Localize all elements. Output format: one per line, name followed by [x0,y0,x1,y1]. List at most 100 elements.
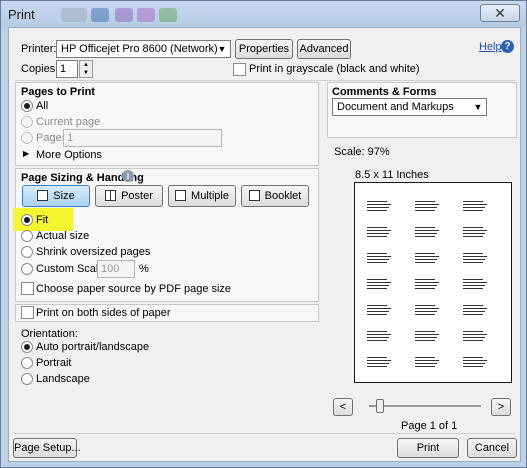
pages-range-field[interactable]: 1 [63,129,222,147]
preview-label [463,227,497,239]
tab-poster-label: Poster [121,190,153,202]
fit-label: Fit [36,214,49,226]
chevron-down-icon: ▼ [473,102,483,112]
preview-label [367,305,401,317]
preview-label [463,253,497,265]
preview-label [415,253,449,265]
preview-label [463,357,497,369]
booklet-icon [248,190,260,201]
printer-select[interactable]: HP Officejet Pro 8600 (Network) ▼ [56,40,231,58]
current-page-label: Current page [36,116,101,128]
page-slider-track[interactable] [369,405,481,407]
preview-label [415,305,449,317]
preview-label [463,305,497,317]
tab-booklet-label: Booklet [264,190,302,202]
preview-label [367,253,401,265]
background-toolbar [61,8,186,22]
shrink-label: Shrink oversized pages [36,246,151,258]
info-icon[interactable]: i [122,170,134,182]
auto-orientation-label: Auto portrait/landscape [36,341,150,353]
landscape-label: Landscape [36,373,90,385]
copies-field[interactable]: 1 [56,60,78,78]
footer-divider [15,433,515,434]
comments-forms-value: Document and Markups [337,101,454,113]
fit-radio[interactable] [21,214,33,226]
tab-poster[interactable]: Poster [95,185,163,207]
portrait-radio[interactable] [21,357,33,369]
landscape-radio[interactable] [21,373,33,385]
preview-label [415,227,449,239]
title-bar: Print ✕ [1,1,526,27]
printer-value: HP Officejet Pro 8600 (Network) [61,43,218,55]
tab-size[interactable]: Size [22,185,90,207]
page-indicator: Page 1 of 1 [401,420,458,432]
preview-label [367,331,401,343]
window-title: Print [8,7,35,22]
cancel-button[interactable]: Cancel [467,438,517,458]
preview-label [463,201,497,213]
page-setup-button[interactable]: Page Setup... [13,438,81,458]
help-icon[interactable]: ? [501,40,514,53]
paper-size-label: 8.5 x 11 Inches [355,169,429,181]
preview-label [415,357,449,369]
shrink-radio[interactable] [21,246,33,258]
properties-button[interactable]: Properties [235,39,293,59]
preview-label [367,201,401,213]
preview-label [415,279,449,291]
multiple-icon [175,190,187,201]
preview-label [367,357,401,369]
copies-label: Copies: [21,63,59,75]
divider [15,80,515,81]
both-sides-checkbox[interactable] [21,306,34,319]
size-icon [37,190,49,201]
poster-icon [105,190,117,201]
print-preview [354,182,512,383]
percent-label: % [139,263,149,275]
print-dialog: Print ✕ Printer: HP Officejet Pro 8600 (… [0,0,527,468]
grayscale-checkbox[interactable] [233,63,246,76]
page-slider-thumb[interactable] [376,399,384,413]
custom-scale-radio[interactable] [21,263,33,275]
preview-label [415,331,449,343]
tab-multiple-label: Multiple [191,190,229,202]
all-label: All [36,100,49,112]
help-link[interactable]: Help [479,41,502,53]
custom-scale-field[interactable]: 100 [97,260,135,278]
preview-label [367,279,401,291]
preview-label [367,227,401,239]
preview-label [415,201,449,213]
preview-label [463,331,497,343]
copies-stepper[interactable]: ▲ ▼ [79,60,93,78]
portrait-label: Portrait [36,357,72,369]
prev-page-button[interactable]: < [333,398,353,416]
next-page-button[interactable]: > [491,398,511,416]
chevron-down-icon: ▼ [217,44,227,54]
more-options-toggle[interactable]: More Options [36,149,102,161]
comments-forms-title: Comments & Forms [332,86,437,98]
tab-size-label: Size [53,190,75,202]
print-button[interactable]: Print [397,438,459,458]
tab-multiple[interactable]: Multiple [168,185,236,207]
preview-label [463,279,497,291]
actual-size-radio[interactable] [21,230,33,242]
grayscale-label: Print in grayscale (black and white) [249,63,420,75]
advanced-button[interactable]: Advanced [297,39,351,59]
all-radio[interactable] [21,100,33,112]
current-page-radio[interactable] [21,116,33,128]
scale-readout: Scale: 97% [334,146,390,158]
pages-to-print-title: Pages to Print [21,86,95,98]
close-icon: ✕ [494,5,506,21]
comments-forms-select[interactable]: Document and Markups ▼ [332,98,487,116]
tab-booklet[interactable]: Booklet [241,185,309,207]
auto-orientation-radio[interactable] [21,341,33,353]
both-sides-label: Print on both sides of paper [36,307,171,319]
paper-source-label: Choose paper source by PDF page size [36,283,232,295]
paper-source-checkbox[interactable] [21,282,34,295]
orientation-title: Orientation: [21,328,78,340]
expand-triangle-icon[interactable]: ▶ [23,149,29,158]
actual-size-label: Actual size [36,230,90,242]
close-button[interactable]: ✕ [480,4,520,22]
dialog-body: Printer: HP Officejet Pro 8600 (Network)… [8,27,521,462]
pages-radio[interactable] [21,132,33,144]
printer-label: Printer: [21,43,57,55]
